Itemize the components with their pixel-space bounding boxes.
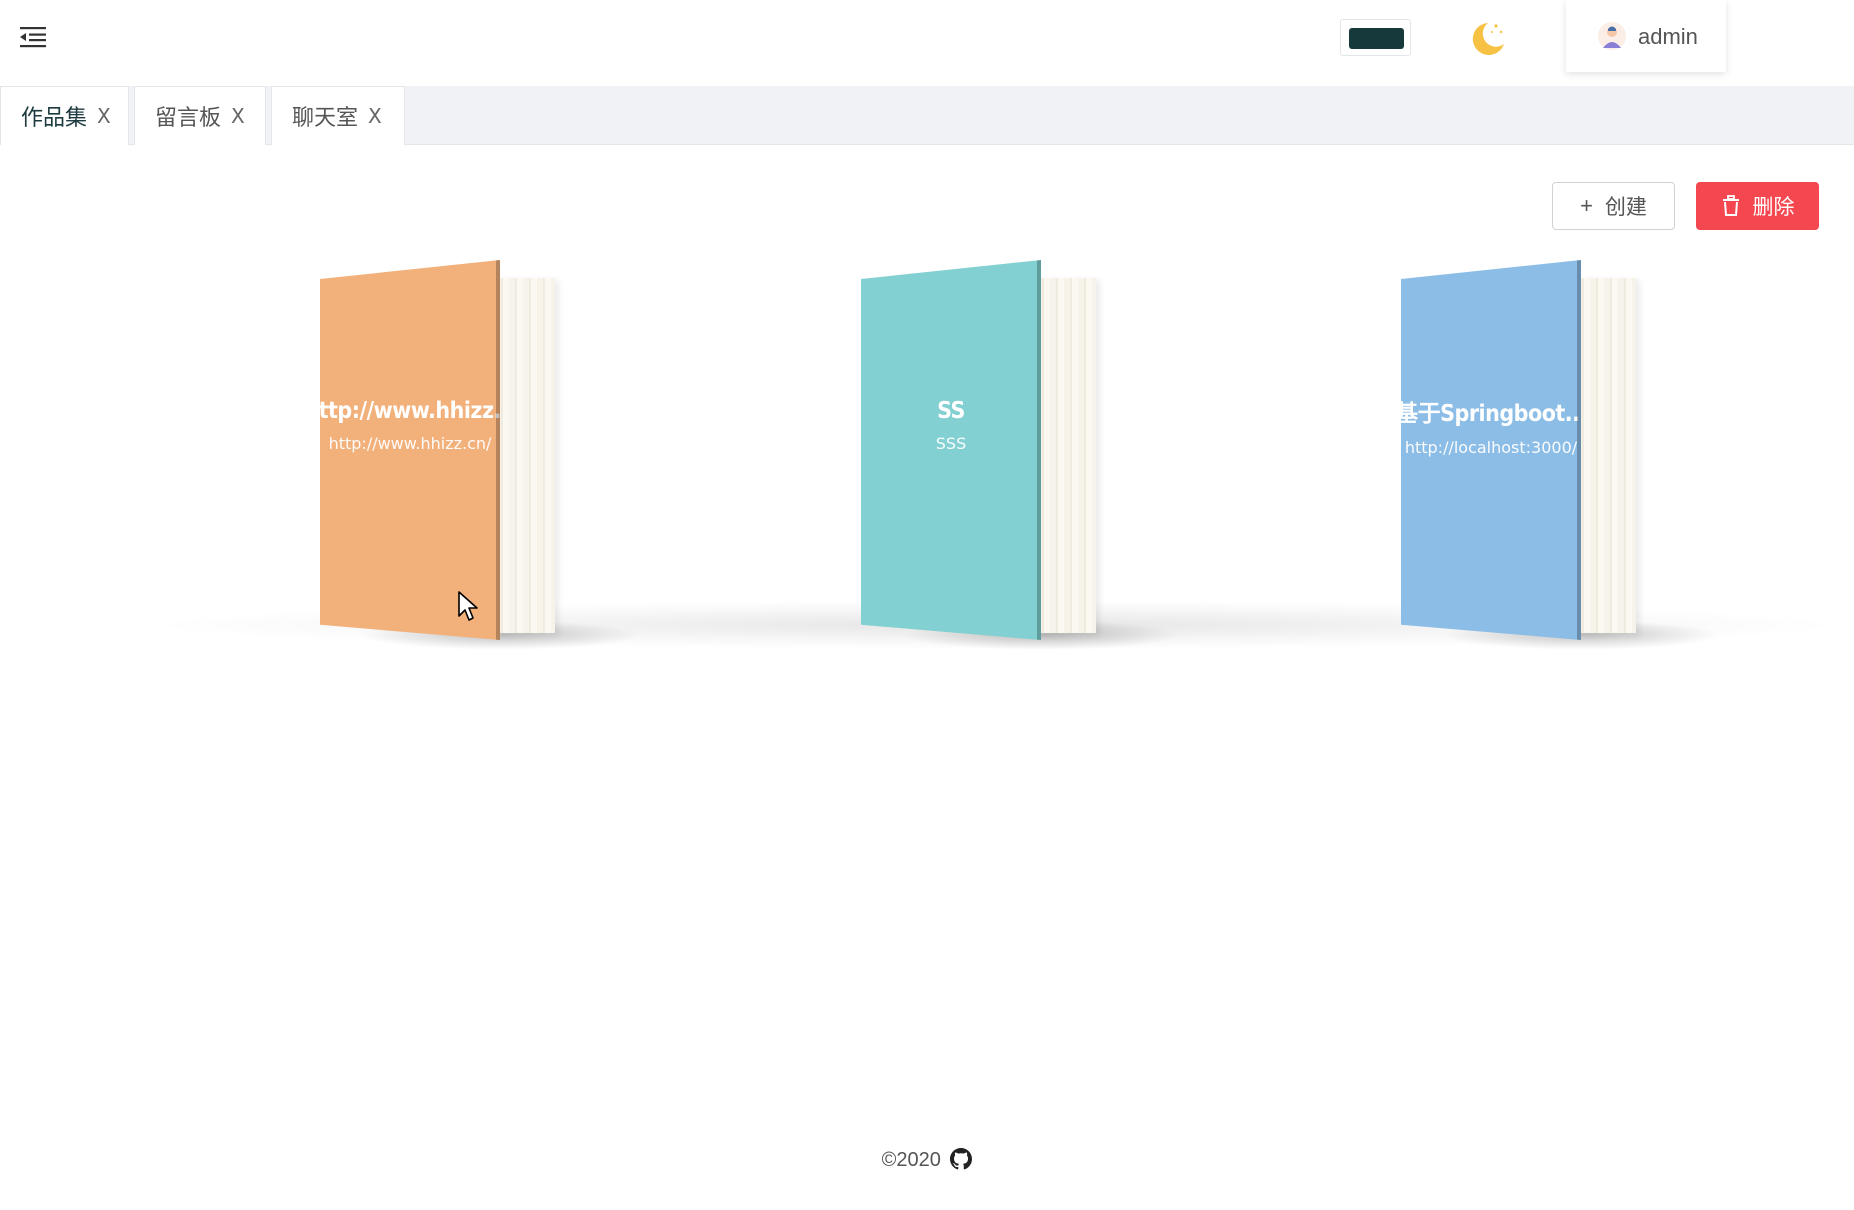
tab-bar: 作品集 X 留言板 X 聊天室 X [0, 86, 1854, 145]
book-subtitle: http://www.hhizz.cn/ [328, 433, 492, 453]
close-icon[interactable]: X [97, 104, 111, 128]
tab-label: 作品集 [21, 105, 88, 130]
tab-chat-room[interactable]: 聊天室 X [271, 86, 405, 145]
delete-button-label: 删除 [1752, 196, 1795, 219]
avatar-icon [1598, 22, 1626, 50]
book-pages [495, 278, 555, 633]
plus-icon: + [1580, 193, 1593, 218]
book-cover: http://www.hhizz... http://www.hhizz.cn/ [320, 260, 500, 640]
book-subtitle: http://localhost:3000/ [1404, 437, 1578, 457]
book-cover: SS SSS [861, 260, 1041, 640]
close-icon[interactable]: X [368, 104, 382, 128]
top-header: admin [0, 0, 1854, 86]
book-subtitle: SSS [935, 433, 967, 453]
moon-icon[interactable] [1466, 18, 1508, 60]
delete-button[interactable]: 删除 [1696, 182, 1819, 230]
copyright-text: ©2020 [881, 1149, 941, 1171]
create-button-label: 创建 [1604, 196, 1647, 219]
page-footer: ©2020 [0, 1148, 1854, 1172]
user-menu[interactable]: admin [1566, 0, 1726, 72]
portfolio-book[interactable]: SS SSS [861, 260, 1181, 650]
tab-message-board[interactable]: 留言板 X [134, 86, 266, 145]
portfolio-book[interactable]: 基于Springboot... http://localhost:3000/ [1401, 260, 1721, 650]
mouse-cursor-icon [458, 591, 478, 621]
tab-portfolio[interactable]: 作品集 X [0, 86, 129, 145]
theme-color-swatch [1349, 28, 1404, 49]
book-title: SS [937, 397, 965, 424]
user-name: admin [1638, 24, 1698, 49]
create-button[interactable]: + 创建 [1552, 182, 1675, 230]
portfolio-book[interactable]: http://www.hhizz... http://www.hhizz.cn/ [320, 260, 640, 650]
book-title: 基于Springboot... [1395, 400, 1587, 427]
book-title: http://www.hhizz... [304, 397, 516, 424]
close-icon[interactable]: X [231, 104, 245, 128]
book-cover: 基于Springboot... http://localhost:3000/ [1401, 260, 1581, 640]
book-pages [1036, 278, 1096, 633]
menu-fold-icon[interactable] [18, 24, 48, 50]
github-icon[interactable] [950, 1148, 973, 1170]
tab-label: 留言板 [155, 105, 222, 130]
tab-label: 聊天室 [292, 105, 359, 130]
book-pages [1576, 278, 1636, 633]
trash-icon [1722, 195, 1739, 216]
theme-color-picker[interactable] [1340, 19, 1411, 56]
